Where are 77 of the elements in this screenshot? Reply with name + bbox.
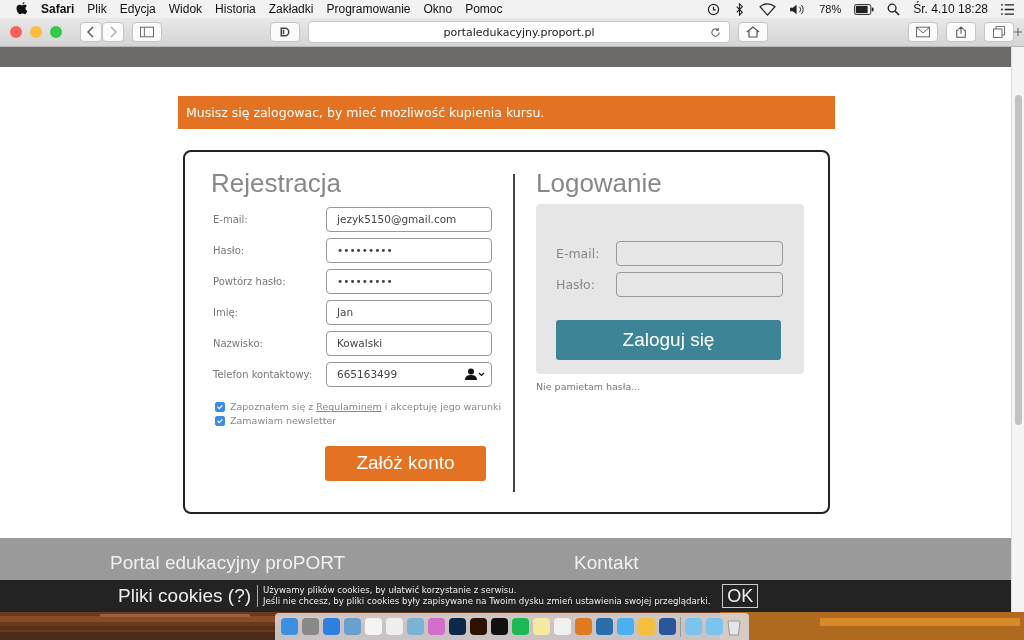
menu-item[interactable]: Widok bbox=[168, 2, 203, 16]
field-label: E-mail: bbox=[556, 245, 601, 261]
menu-item[interactable]: Historia bbox=[215, 2, 256, 16]
field-label: Nazwisko: bbox=[212, 337, 264, 349]
back-icon[interactable] bbox=[87, 26, 95, 38]
battery-percent: 78% bbox=[819, 3, 842, 15]
footer-heading: Portal edukacyjny proPORT bbox=[110, 552, 346, 575]
field-label: Hasło: bbox=[556, 276, 596, 292]
person-icon[interactable] bbox=[465, 368, 485, 381]
scrollbar-thumb[interactable] bbox=[1014, 95, 1022, 425]
cookie-title[interactable]: Pliki cookies (?) bbox=[118, 585, 259, 608]
zoom-button[interactable] bbox=[50, 26, 62, 38]
input-field[interactable]: jezyk5150@gmail.com bbox=[326, 206, 492, 232]
sidebar-button[interactable] bbox=[132, 22, 162, 42]
app-icon[interactable] bbox=[659, 618, 676, 635]
cookie-notice: Używamy plików cookies, by ułatwić korzystanie z serwisu. bbox=[263, 585, 518, 596]
tabs-button[interactable] bbox=[984, 22, 1014, 42]
extension-button[interactable] bbox=[270, 22, 300, 42]
terms-link[interactable]: Regulaminem bbox=[316, 401, 382, 413]
wifi-icon[interactable] bbox=[759, 2, 777, 16]
menu-item[interactable]: Plik bbox=[87, 2, 107, 16]
input-field[interactable]: ••••••••• bbox=[326, 237, 492, 263]
menu-item[interactable]: Zakładki bbox=[268, 2, 314, 16]
address-bar[interactable]: portaledukacyjny.proport.pl bbox=[308, 21, 730, 43]
app-icon[interactable] bbox=[449, 618, 466, 635]
alert-banner: Musisz się zalogowac, by mieć mozliwość kupienia kursu. bbox=[178, 95, 835, 129]
envelope-icon[interactable] bbox=[916, 26, 930, 38]
mail-button[interactable] bbox=[908, 22, 938, 42]
close-button[interactable] bbox=[10, 26, 22, 38]
input-field[interactable]: 665163499 bbox=[326, 361, 492, 387]
menu-item[interactable]: Edycja bbox=[119, 2, 156, 16]
checkbox[interactable] bbox=[215, 401, 225, 412]
trash-icon[interactable] bbox=[727, 617, 741, 636]
input-field[interactable] bbox=[616, 240, 783, 266]
share-button[interactable] bbox=[946, 22, 976, 42]
input-field[interactable]: Jan bbox=[326, 299, 492, 325]
field-label: Telefon kontaktowy: bbox=[212, 368, 314, 380]
volume-icon[interactable] bbox=[789, 2, 807, 16]
section-title: Rejestracja bbox=[211, 167, 343, 200]
menu-item[interactable]: Pomoc bbox=[465, 2, 503, 16]
ok-button[interactable]: OK bbox=[722, 584, 759, 609]
app-icon[interactable] bbox=[470, 618, 487, 635]
checkbox-label: Zapoznałem się z Regulaminem i akceptuję jego warunki bbox=[230, 401, 502, 413]
checkbox-label: Zamawiam newsletter bbox=[230, 415, 337, 427]
back-button[interactable] bbox=[80, 22, 102, 42]
field-label: Powtórz hasło: bbox=[212, 275, 287, 287]
field-label: E-mail: bbox=[212, 213, 249, 225]
checkbox[interactable] bbox=[215, 415, 225, 426]
field-label: Hasło: bbox=[212, 244, 246, 256]
forgot-password-link[interactable]: Nie pamietam hasła... bbox=[536, 380, 804, 392]
input-field[interactable]: ••••••••• bbox=[326, 268, 492, 294]
app-menu[interactable]: Safari bbox=[41, 2, 75, 16]
cookie-notice: Jeśli nie chcesz, by pliki cookies były zapisywane na Twoim dysku zmień ustawienia swojej przeglądarki. bbox=[263, 596, 711, 608]
home-icon[interactable] bbox=[746, 26, 760, 38]
forward-icon[interactable] bbox=[109, 26, 117, 38]
login-button[interactable]: Zaloguj się bbox=[556, 319, 781, 360]
menu-item[interactable]: Okno bbox=[423, 2, 453, 16]
reload-icon[interactable] bbox=[710, 26, 721, 38]
new-tab-icon[interactable] bbox=[1013, 27, 1023, 37]
share-icon[interactable] bbox=[954, 26, 968, 38]
footer-heading: Kontakt bbox=[574, 552, 639, 575]
input-field[interactable] bbox=[616, 271, 783, 297]
apple-icon[interactable] bbox=[16, 2, 28, 16]
list-icon[interactable] bbox=[1001, 2, 1014, 16]
menu-item[interactable]: Programowanie bbox=[326, 2, 411, 16]
app-icon[interactable] bbox=[491, 618, 508, 635]
tabs-icon[interactable] bbox=[992, 26, 1006, 38]
sidebar-icon[interactable] bbox=[140, 26, 154, 38]
extension-icon[interactable] bbox=[278, 26, 292, 38]
menu-clock[interactable]: Śr. 4.10 18:28 bbox=[913, 2, 988, 16]
home-button[interactable] bbox=[738, 22, 768, 42]
section-title: Logowanie bbox=[536, 167, 663, 200]
field-label: Imię: bbox=[212, 306, 239, 318]
battery-icon[interactable] bbox=[854, 3, 875, 15]
input-field[interactable]: Kowalski bbox=[326, 330, 492, 356]
clock-icon[interactable] bbox=[707, 2, 721, 16]
search-icon[interactable] bbox=[887, 2, 901, 16]
